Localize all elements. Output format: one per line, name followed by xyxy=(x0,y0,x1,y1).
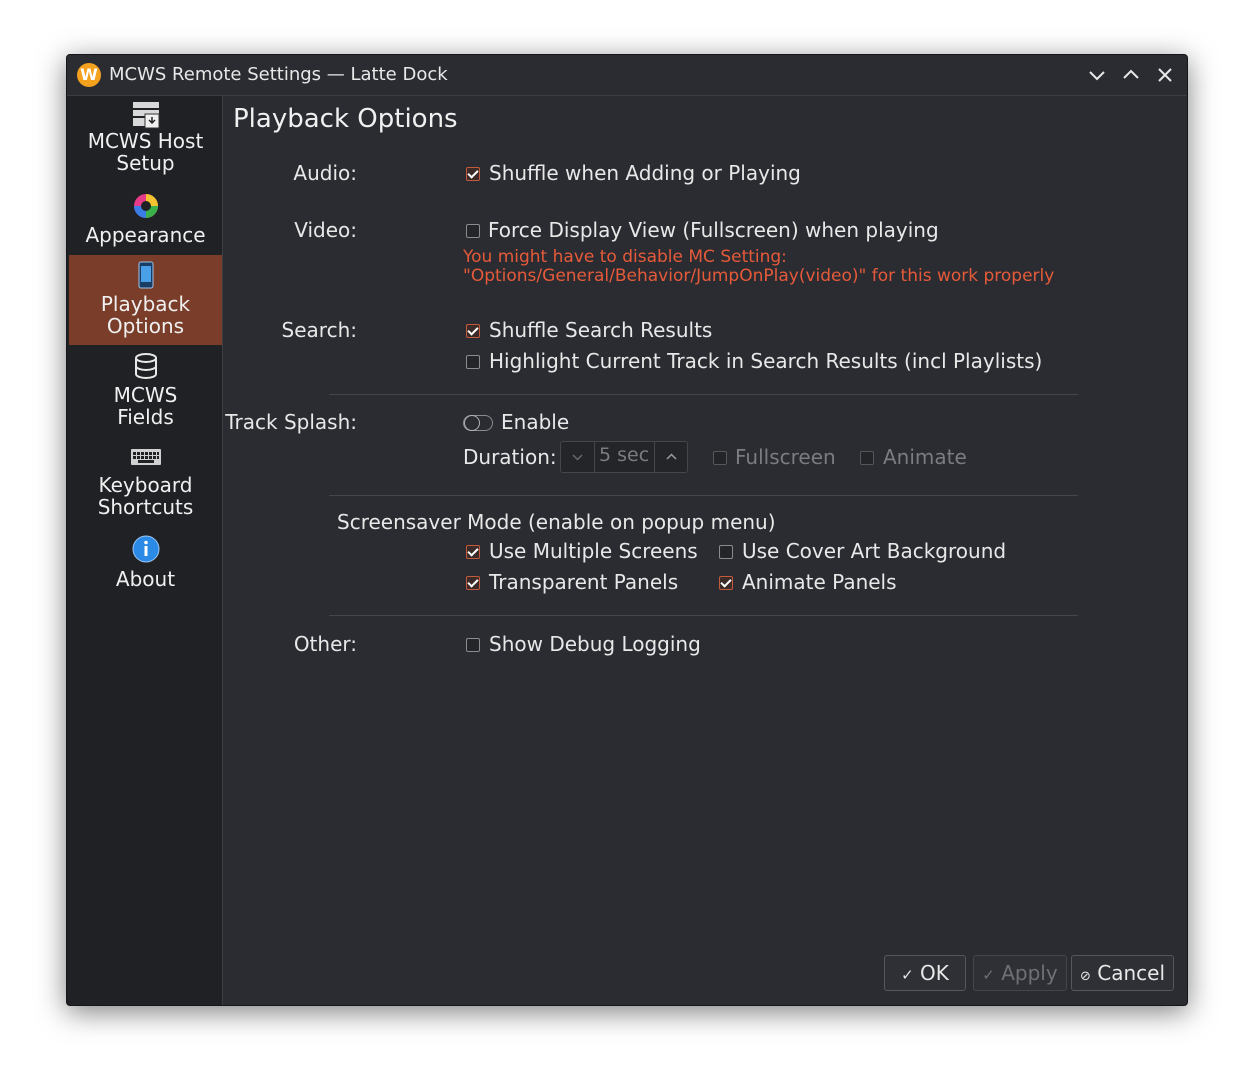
track-splash-label: Track Splash: xyxy=(225,410,357,434)
highlight-track-checkbox[interactable] xyxy=(466,355,480,369)
shuffle-adding-text[interactable]: Shuffle when Adding or Playing xyxy=(489,161,801,185)
info-icon xyxy=(132,535,159,563)
fullscreen-checkbox[interactable] xyxy=(713,451,727,465)
cover-art-text[interactable]: Use Cover Art Background xyxy=(742,539,1006,563)
chevron-up-icon xyxy=(666,453,677,460)
other-label: Other: xyxy=(293,632,357,656)
sidebar-item-keyboard-shortcuts[interactable]: Keyboard Shortcuts xyxy=(69,446,222,532)
shuffle-adding-checkbox[interactable] xyxy=(466,167,480,181)
shuffle-search-text[interactable]: Shuffle Search Results xyxy=(489,318,712,342)
check-icon: ✓ xyxy=(982,966,995,984)
audio-label: Audio: xyxy=(293,161,357,185)
transparent-panels-text[interactable]: Transparent Panels xyxy=(489,570,678,594)
sidebar-item-appearance[interactable]: Appearance xyxy=(69,192,222,252)
video-label: Video: xyxy=(294,218,357,242)
shuffle-search-checkbox[interactable] xyxy=(466,324,480,338)
content-panel: Playback Options Audio: Shuffle when Add… xyxy=(223,96,1187,1005)
sidebar-item-label: MCWS xyxy=(113,383,178,407)
sidebar: MCWS Host Setup Appearance Playback Opti… xyxy=(67,96,223,1005)
app-icon: W xyxy=(77,63,101,87)
animate-checkbox[interactable] xyxy=(860,451,874,465)
duration-label: Duration: xyxy=(463,445,557,469)
search-label: Search: xyxy=(281,318,357,342)
sidebar-item-label: Playback xyxy=(100,292,191,316)
window-title: MCWS Remote Settings — Latte Dock xyxy=(109,64,448,85)
apply-button-label: Apply xyxy=(1001,961,1058,985)
debug-logging-checkbox[interactable] xyxy=(466,638,480,652)
sidebar-item-about[interactable]: About xyxy=(69,534,222,594)
duration-spinbox[interactable]: 5 sec xyxy=(560,441,688,473)
sidebar-item-label: About xyxy=(115,567,176,591)
sidebar-item-label: Setup xyxy=(116,151,175,175)
fullscreen-text[interactable]: Fullscreen xyxy=(735,445,836,469)
force-display-checkbox[interactable] xyxy=(466,224,480,238)
video-warning-line2: "Options/General/Behavior/JumpOnPlay(vid… xyxy=(463,266,1055,286)
chevron-down-icon xyxy=(572,454,583,461)
sidebar-item-label: Fields xyxy=(117,405,174,429)
cover-art-checkbox[interactable] xyxy=(719,545,733,559)
ok-button-label: OK xyxy=(920,961,949,985)
screensaver-heading: Screensaver Mode (enable on popup menu) xyxy=(337,510,776,534)
transparent-panels-checkbox[interactable] xyxy=(466,576,480,590)
sidebar-item-host-setup[interactable]: MCWS Host Setup xyxy=(69,100,222,186)
force-display-text[interactable]: Force Display View (Fullscreen) when pla… xyxy=(488,218,939,242)
animate-panels-checkbox[interactable] xyxy=(719,576,733,590)
duration-decrement[interactable] xyxy=(561,442,595,472)
track-splash-enable-text[interactable]: Enable xyxy=(501,410,569,434)
ok-button[interactable]: ✓ OK xyxy=(884,955,966,991)
cancel-button[interactable]: ⊘ Cancel xyxy=(1071,955,1174,991)
settings-window: W MCWS Remote Settings — Latte Dock MCWS… xyxy=(66,54,1188,1006)
keyboard-icon xyxy=(130,449,161,465)
sidebar-item-label: Keyboard xyxy=(98,473,193,497)
color-wheel-icon xyxy=(133,194,158,218)
cancel-icon: ⊘ xyxy=(1079,969,1091,984)
highlight-track-text[interactable]: Highlight Current Track in Search Result… xyxy=(489,349,1042,373)
multiple-screens-text[interactable]: Use Multiple Screens xyxy=(489,539,698,563)
maximize-icon[interactable] xyxy=(1119,63,1143,87)
separator xyxy=(329,615,1078,616)
page-title: Playback Options xyxy=(233,104,458,134)
close-icon[interactable] xyxy=(1153,63,1177,87)
phone-icon xyxy=(138,261,153,289)
check-icon: ✓ xyxy=(901,966,914,984)
track-splash-toggle[interactable] xyxy=(463,415,493,431)
sidebar-item-label: Shortcuts xyxy=(97,495,194,519)
multiple-screens-checkbox[interactable] xyxy=(466,545,480,559)
apply-button[interactable]: ✓ Apply xyxy=(973,955,1067,991)
sidebar-item-label: Appearance xyxy=(85,223,206,247)
title-bar[interactable]: W MCWS Remote Settings — Latte Dock xyxy=(67,55,1187,96)
animate-text[interactable]: Animate xyxy=(883,445,967,469)
debug-logging-text[interactable]: Show Debug Logging xyxy=(489,632,701,656)
sidebar-item-playback-options[interactable]: Playback Options xyxy=(69,255,222,345)
sidebar-item-label: MCWS Host xyxy=(87,129,204,153)
animate-panels-text[interactable]: Animate Panels xyxy=(742,570,897,594)
separator xyxy=(329,394,1078,395)
minimize-icon[interactable] xyxy=(1085,63,1109,87)
host-setup-icon xyxy=(132,102,159,129)
sidebar-item-mcws-fields[interactable]: MCWS Fields xyxy=(69,352,222,438)
video-warning-line1: You might have to disable MC Setting: xyxy=(463,247,787,267)
sidebar-item-label: Options xyxy=(106,314,185,338)
duration-increment[interactable] xyxy=(654,442,688,472)
database-icon xyxy=(134,353,157,379)
duration-value: 5 sec xyxy=(599,444,650,466)
separator xyxy=(329,495,1078,496)
cancel-button-label: Cancel xyxy=(1097,961,1166,985)
